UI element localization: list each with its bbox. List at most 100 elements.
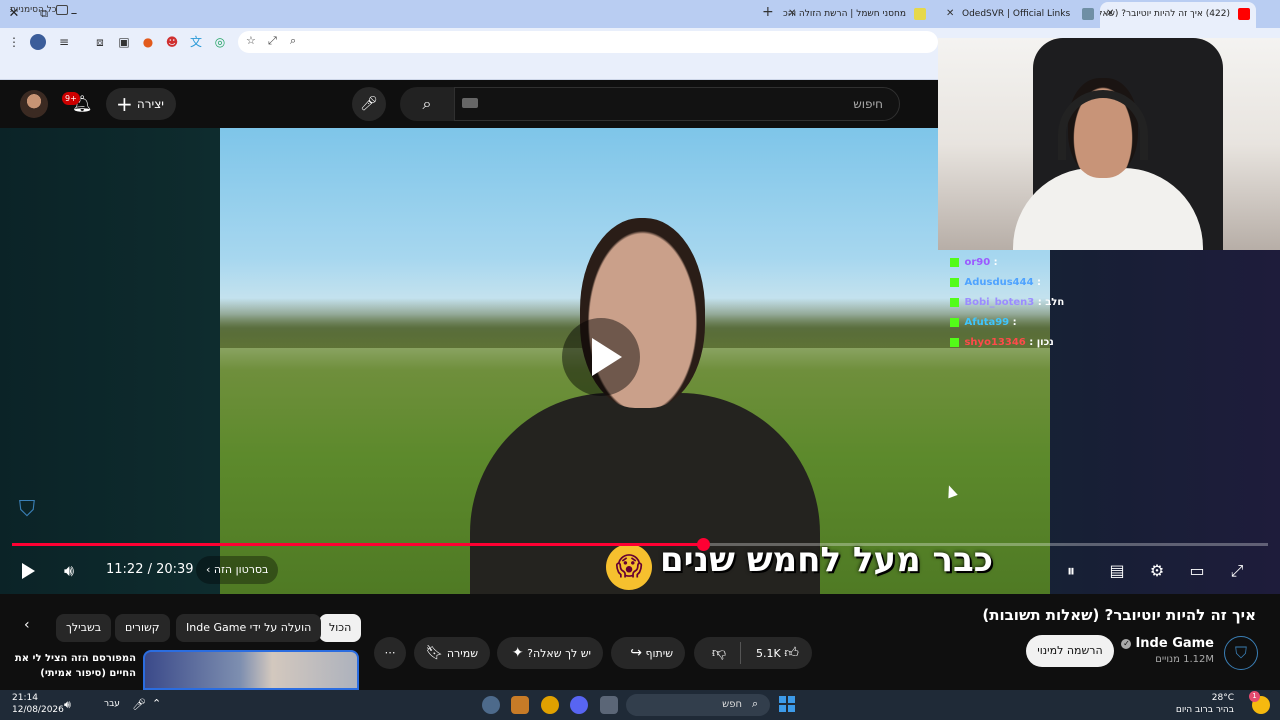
ask-button[interactable]: יש לך שאלה? ✦ bbox=[497, 637, 603, 669]
verified-icon: ✓ bbox=[1121, 638, 1132, 649]
like-count: 5.1K bbox=[756, 647, 781, 660]
extensions-icon[interactable]: ⧈ bbox=[92, 34, 108, 50]
grammar-icon[interactable]: ◎ bbox=[212, 34, 228, 50]
weather-description[interactable]: בהיר ברוב היום bbox=[1176, 705, 1234, 715]
chevron-right-icon: › bbox=[206, 563, 211, 576]
like-button[interactable]: 5.1K 👍︎ bbox=[744, 637, 812, 669]
all-bookmarks-link[interactable]: כל הסימניות bbox=[10, 5, 57, 15]
taskbar-settings-icon[interactable] bbox=[482, 696, 500, 714]
address-bar[interactable] bbox=[238, 31, 938, 53]
big-play-button[interactable] bbox=[562, 318, 640, 396]
discord-icon[interactable] bbox=[570, 696, 588, 714]
taskbar-app-icon[interactable] bbox=[511, 696, 529, 714]
chip-related[interactable]: קשורים bbox=[115, 614, 170, 642]
bookmark-star-icon[interactable]: ☆ bbox=[246, 34, 256, 47]
tab-odedsvr[interactable]: ✕ OdedSVR | Official Links bbox=[940, 2, 1074, 26]
video-subtitle: כבר מעל לחמש שנים bbox=[660, 540, 993, 580]
avatar[interactable] bbox=[20, 90, 48, 118]
zoom-icon[interactable]: ⌕ bbox=[290, 34, 296, 48]
extension-face-icon[interactable]: ☻ bbox=[164, 34, 180, 50]
translate-icon[interactable]: 文 bbox=[188, 34, 204, 50]
keyboard-icon[interactable] bbox=[462, 98, 478, 108]
thumbs-up-icon: 👍︎ bbox=[784, 645, 799, 661]
plus-icon: + bbox=[116, 92, 133, 116]
channel-avatar[interactable]: ⛉ bbox=[1224, 636, 1258, 670]
clock-time[interactable]: 21:14 bbox=[12, 693, 38, 703]
like-divider bbox=[740, 642, 741, 664]
windows-start-icon[interactable] bbox=[779, 696, 795, 712]
task-view-icon[interactable] bbox=[600, 696, 618, 714]
kick-badge-icon bbox=[950, 297, 959, 307]
share-button[interactable]: שיתוף ↪ bbox=[611, 637, 685, 669]
weather-temp[interactable]: 28°C bbox=[1212, 693, 1234, 703]
search-button[interactable]: ⌕ bbox=[400, 87, 454, 121]
tab-close-icon[interactable]: ✕ bbox=[1106, 2, 1114, 26]
chat-text: נכון bbox=[1036, 337, 1054, 348]
install-app-icon[interactable]: ⤢ bbox=[268, 34, 277, 48]
chat-message: or90 : bbox=[950, 257, 998, 275]
reading-list-icon[interactable]: ≡ bbox=[56, 34, 72, 50]
dislike-button[interactable]: 👎︎ bbox=[700, 637, 738, 669]
taskbar-search-placeholder: חפש bbox=[722, 699, 742, 710]
speaker-icon[interactable]: 🔊︎ bbox=[64, 698, 71, 712]
extension-tabs-icon[interactable]: ▣ bbox=[116, 34, 132, 50]
scrubber-handle[interactable] bbox=[697, 538, 710, 551]
chat-user: shyo13346 bbox=[964, 337, 1026, 348]
menu-icon[interactable]: ⋮ bbox=[6, 34, 22, 50]
chevron-up-icon[interactable]: ⌃ bbox=[152, 697, 161, 710]
tab-electric[interactable]: ✕ מחסני חשמל | הרשת הזולה והכ bbox=[782, 2, 932, 26]
fullscreen-icon[interactable]: ⤢ bbox=[1226, 560, 1248, 582]
chapter-button[interactable]: בסרטון הזה › bbox=[196, 556, 279, 584]
tab-title: מחסני חשמל | הרשת הזולה והכ bbox=[782, 9, 906, 19]
notification-count-badge: 1 bbox=[1249, 691, 1260, 702]
new-tab-button[interactable]: + bbox=[762, 4, 774, 20]
create-label: יצירה bbox=[136, 97, 164, 111]
chat-message: Afuta99 : bbox=[950, 317, 1017, 335]
chat-message: shyo13346 : נכון bbox=[950, 337, 1054, 355]
volume-icon[interactable]: 🔊︎ bbox=[58, 560, 80, 582]
related-video-title[interactable]: המפורסם הזה הציל לי את החיים (סיפור אמית… bbox=[6, 651, 136, 681]
subscribe-button[interactable]: הרשמה למינוי bbox=[1026, 635, 1114, 667]
chat-user: Adusdus444 bbox=[964, 277, 1034, 288]
kick-badge-icon bbox=[950, 317, 959, 327]
subscriber-count: 1.12M מנויים bbox=[1155, 654, 1214, 665]
clock-date[interactable]: 12/08/2026 bbox=[12, 705, 64, 715]
chip-for-you[interactable]: בשבילך bbox=[56, 614, 112, 642]
chrome-icon[interactable] bbox=[541, 696, 559, 714]
chat-message: Adusdus444 : bbox=[950, 277, 1041, 295]
save-label: שמירה bbox=[446, 647, 478, 660]
kick-badge-icon bbox=[950, 277, 959, 287]
kick-badge-icon bbox=[950, 257, 959, 267]
tab-title: OdedSVR | Official Links bbox=[962, 9, 1071, 19]
autoplay-toggle[interactable]: ⏸︎ bbox=[1060, 560, 1082, 582]
related-video-thumbnail[interactable] bbox=[143, 650, 359, 690]
shocked-emoji-icon: 😱︎ bbox=[606, 544, 652, 590]
chip-uploaded-by[interactable]: הועלה על ידי Inde Game bbox=[176, 614, 322, 642]
tab-close-icon[interactable]: ✕ bbox=[788, 2, 796, 26]
save-button[interactable]: שמירה 🔖︎ bbox=[414, 637, 490, 669]
thumbs-down-icon: 👎︎ bbox=[711, 645, 727, 661]
channel-watermark-icon[interactable]: ⛉ bbox=[12, 497, 42, 527]
microphone-tray-icon[interactable]: 🎤︎ bbox=[132, 698, 146, 711]
settings-gear-icon[interactable]: ⚙︎ bbox=[1146, 560, 1168, 582]
tab-pinned[interactable] bbox=[1078, 2, 1098, 26]
chip-all[interactable]: הכול bbox=[319, 614, 362, 642]
ask-label: יש לך שאלה? bbox=[527, 647, 591, 660]
chat-user: Afuta99 bbox=[964, 317, 1010, 328]
tab-youtube-active[interactable]: ✕ (422) איך זה להיות יוטיובר? (שאל bbox=[1100, 2, 1256, 28]
subtitles-icon[interactable]: ▤ bbox=[1106, 560, 1128, 582]
theater-mode-icon[interactable]: ▭ bbox=[1186, 560, 1208, 582]
search-input[interactable]: חיפוש bbox=[454, 87, 900, 121]
tab-close-icon[interactable]: ✕ bbox=[946, 2, 954, 26]
profile-icon[interactable] bbox=[30, 34, 46, 50]
play-button[interactable] bbox=[22, 563, 35, 579]
extension-orange-icon[interactable]: ● bbox=[140, 34, 156, 50]
create-button[interactable]: + יצירה bbox=[106, 88, 176, 120]
microphone-icon[interactable]: 🎤︎ bbox=[352, 87, 386, 121]
chevron-left-icon[interactable]: ‹ bbox=[24, 617, 30, 633]
channel-name[interactable]: ✓ Inde Game bbox=[1121, 636, 1214, 651]
more-actions-button[interactable]: ⋯ bbox=[374, 637, 406, 669]
language-indicator[interactable]: עבר bbox=[104, 699, 120, 709]
tab-favicon-icon bbox=[1082, 8, 1094, 20]
taskbar-search[interactable]: חפש bbox=[626, 694, 770, 716]
